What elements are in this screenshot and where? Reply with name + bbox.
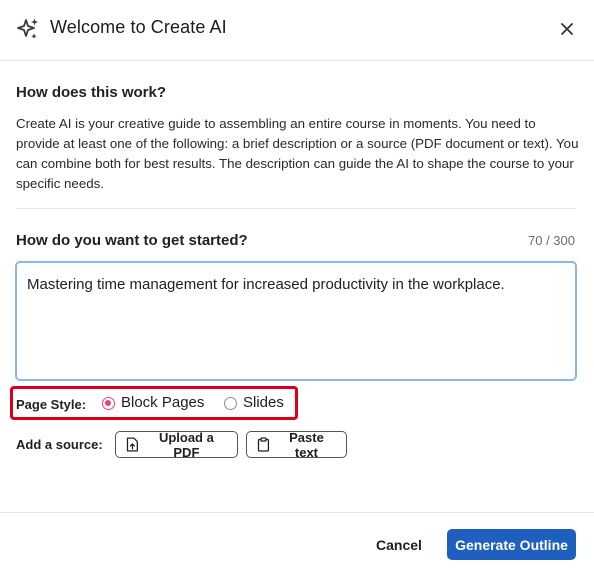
cancel-button[interactable]: Cancel xyxy=(366,529,432,561)
close-icon[interactable] xyxy=(557,19,577,39)
sparkle-icon xyxy=(17,18,38,39)
how-it-works-heading: How does this work? xyxy=(16,84,167,101)
block-pages-label[interactable]: Block Pages xyxy=(121,394,204,411)
how-it-works-description: Create AI is your creative guide to asse… xyxy=(16,116,579,191)
character-counter: 70 / 300 xyxy=(528,233,575,248)
block-pages-radio[interactable] xyxy=(102,397,115,410)
paste-text-label: Paste text xyxy=(289,429,324,460)
dialog-title: Welcome to Create AI xyxy=(50,17,227,37)
paste-text-button[interactable]: Paste text xyxy=(246,429,347,460)
dialog-header: Welcome to Create AI xyxy=(0,0,594,61)
section-divider xyxy=(16,208,576,209)
footer-divider xyxy=(0,512,594,513)
generate-outline-button[interactable]: Generate Outline xyxy=(447,529,576,560)
clipboard-icon xyxy=(257,437,270,452)
page-style-label: Page Style: xyxy=(16,397,87,412)
file-upload-icon xyxy=(126,437,138,452)
get-started-heading: How do you want to get started? xyxy=(16,232,248,249)
add-source-label: Add a source: xyxy=(16,437,103,452)
upload-pdf-label: Upload a PDF xyxy=(158,429,214,460)
upload-pdf-button[interactable]: Upload a PDF xyxy=(115,429,238,460)
slides-radio[interactable] xyxy=(224,397,237,410)
slides-label[interactable]: Slides xyxy=(243,394,284,411)
course-description-input[interactable] xyxy=(15,261,577,381)
